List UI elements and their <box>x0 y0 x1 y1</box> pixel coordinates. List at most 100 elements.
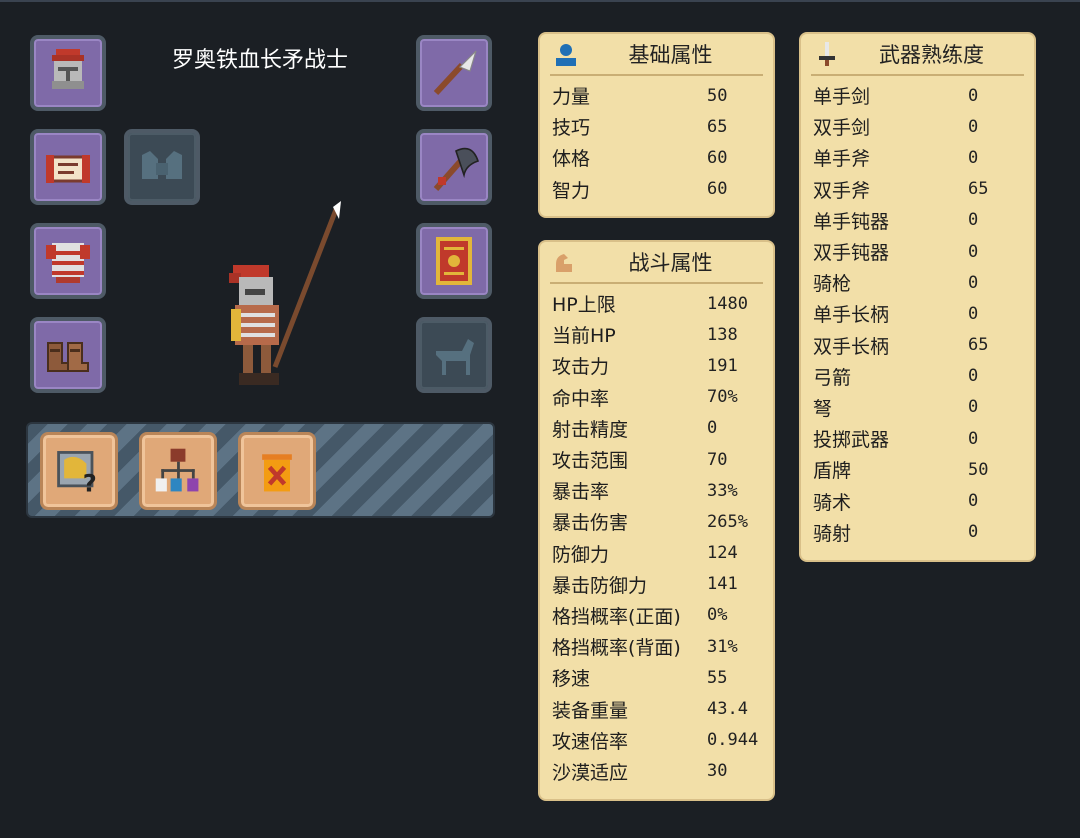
stat-row: 单手长柄 0 <box>801 298 1034 329</box>
stat-row: 单手斧 0 <box>801 142 1034 173</box>
equip-slot-boots[interactable] <box>30 317 106 393</box>
stat-row: 双手钝器 0 <box>801 236 1034 267</box>
stat-label: 盾牌 <box>813 460 852 483</box>
stat-row: 单手剑 0 <box>801 80 1034 111</box>
stat-label: 单手长柄 <box>813 304 890 327</box>
person-icon <box>556 44 576 66</box>
equip-slot-armor[interactable] <box>30 223 106 299</box>
unknown-item-icon: ? <box>57 451 97 497</box>
dismiss-icon <box>262 454 292 492</box>
inspect-button[interactable]: ? <box>40 432 118 510</box>
stat-label: 双手钝器 <box>813 242 890 265</box>
helmet-icon <box>52 49 84 89</box>
equip-slot-shield[interactable] <box>416 223 492 299</box>
stat-row: 骑射 0 <box>801 517 1034 548</box>
stat-row: 移速 55 <box>540 662 773 693</box>
attr-row-intelligence: 智力 60 <box>552 179 728 202</box>
stat-value: 141 <box>707 574 738 595</box>
skill-tree-icon <box>155 448 199 492</box>
stat-row: 命中率 70% <box>540 382 773 413</box>
stat-label: 防御力 <box>552 543 610 566</box>
stat-value: 0 <box>968 366 979 387</box>
skill-tree-button[interactable] <box>139 432 217 510</box>
stat-label: 弩 <box>813 397 833 420</box>
spear-icon <box>433 50 477 96</box>
stat-value: 30 <box>707 761 728 782</box>
stat-row: 攻击范围 70 <box>540 444 773 475</box>
stat-label: 格挡概率(背面) <box>552 637 681 660</box>
stat-row: 攻速倍率 0.944 <box>540 725 773 756</box>
stat-label: 投掷武器 <box>813 429 890 452</box>
stat-value: 55 <box>707 667 728 688</box>
stat-label: 骑术 <box>813 491 852 514</box>
stat-value: 33% <box>707 480 738 501</box>
svg-text:?: ? <box>83 469 97 497</box>
stat-label: 双手斧 <box>813 179 871 202</box>
stat-value: 138 <box>707 324 738 345</box>
stat-label: 双手长柄 <box>813 335 890 358</box>
stat-value: 265% <box>707 511 748 532</box>
stat-label: 暴击伤害 <box>552 512 629 535</box>
stat-label: 骑射 <box>813 522 852 545</box>
stat-label: 沙漠适应 <box>552 761 629 784</box>
stat-value: 0 <box>968 116 979 137</box>
stat-value: 65 <box>968 179 989 200</box>
stat-value: 0 <box>968 491 979 512</box>
attr-row-strength: 力量 50 <box>552 85 728 109</box>
stat-label: 双手剑 <box>813 117 871 140</box>
stat-row: 盾牌 50 <box>801 454 1034 485</box>
combat-attributes-panel: 战斗属性 HP上限 1480 当前HP 138 攻击力 191 命中率 70% 射击精度 0 攻击范… <box>540 242 773 799</box>
weapon-proficiency-header: 武器熟练度 <box>811 34 1024 76</box>
basic-attributes-panel: 基础属性 力量 50 技巧 65 体格 60 智力 60 <box>540 34 773 216</box>
action-bar: ? <box>26 422 495 518</box>
stat-value: 0.944 <box>707 730 759 751</box>
equip-slot-accessory[interactable] <box>30 129 106 205</box>
basic-attributes-title: 基础属性 <box>628 43 713 67</box>
stat-row: 格挡概率(正面) 0% <box>540 600 773 631</box>
combat-attributes-header: 战斗属性 <box>550 242 763 284</box>
stat-row: HP上限 1480 <box>540 288 773 319</box>
stat-label: 攻击力 <box>552 356 610 379</box>
stat-row: 双手长柄 65 <box>801 330 1034 361</box>
stat-row: 当前HP 138 <box>540 319 773 350</box>
stat-value: 0 <box>968 428 979 449</box>
armor-icon <box>46 243 90 283</box>
weapon-proficiency-title: 武器熟练度 <box>879 43 984 67</box>
stat-row: 防御力 124 <box>540 538 773 569</box>
stat-row: 格挡概率(背面) 31% <box>540 631 773 662</box>
axe-icon <box>433 147 480 191</box>
stat-value: 0 <box>968 147 979 168</box>
stat-row: 暴击防御力 141 <box>540 569 773 600</box>
equip-slot-mount[interactable] <box>416 317 492 393</box>
equip-slot-gloves[interactable] <box>124 129 200 205</box>
stat-row: 射击精度 0 <box>540 413 773 444</box>
stat-value: 0 <box>968 272 979 293</box>
arm-icon <box>556 254 572 272</box>
stat-row: 暴击伤害 265% <box>540 506 773 537</box>
stat-label: 骑枪 <box>813 273 852 296</box>
stat-row: 攻击力 191 <box>540 350 773 381</box>
equip-slot-secondary-weapon[interactable] <box>416 129 492 205</box>
stat-value: 0 <box>968 397 979 418</box>
stat-row: 弓箭 0 <box>801 361 1034 392</box>
stat-value: 191 <box>707 355 738 376</box>
stat-label: 命中率 <box>552 387 610 410</box>
stat-label: 格挡概率(正面) <box>552 605 681 628</box>
stat-label: 单手斧 <box>813 148 871 171</box>
basic-attributes-header: 基础属性 <box>550 34 763 76</box>
attr-row-skill: 技巧 65 <box>552 116 728 140</box>
stat-value: 70% <box>707 387 738 408</box>
stat-value: 65 <box>968 335 989 356</box>
gloves-icon <box>142 151 182 179</box>
dismiss-button[interactable] <box>238 432 316 510</box>
stat-row: 装备重量 43.4 <box>540 693 773 724</box>
stat-label: 攻速倍率 <box>552 730 629 753</box>
attr-row-physique: 体格 60 <box>552 147 728 171</box>
basic-attributes-list: 力量 50 技巧 65 体格 60 智力 60 <box>540 76 773 205</box>
stat-value: 43.4 <box>707 699 748 720</box>
equip-slot-helmet[interactable] <box>30 35 106 111</box>
stat-row: 弩0 <box>801 392 1034 423</box>
stat-label: 攻击范围 <box>552 450 629 473</box>
equip-slot-main-weapon[interactable] <box>416 35 492 111</box>
stat-value: 0 <box>968 210 979 231</box>
